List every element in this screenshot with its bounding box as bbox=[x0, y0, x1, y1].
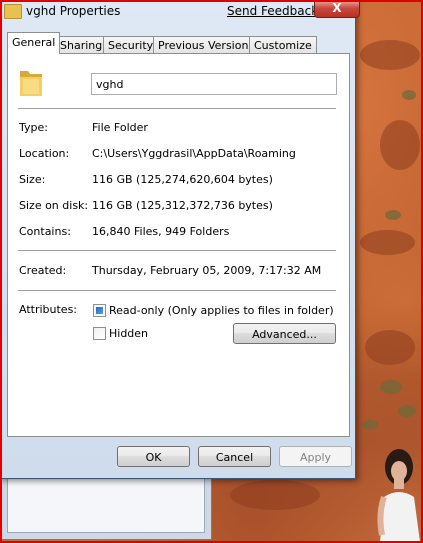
window-title: vghd Properties bbox=[26, 4, 121, 18]
properties-dialog: vghd Properties Send Feedback X General … bbox=[0, 0, 360, 479]
tab-general[interactable]: General bbox=[7, 32, 61, 54]
folder-icon bbox=[4, 4, 22, 19]
size-on-disk-label: Size on disk: bbox=[19, 199, 89, 212]
folder-icon bbox=[20, 71, 42, 96]
tab-label: Sharing bbox=[60, 39, 103, 52]
contains-label: Contains: bbox=[19, 225, 71, 238]
folder-name-input[interactable] bbox=[91, 73, 337, 95]
tab-label: Previous Versions bbox=[158, 39, 255, 52]
tab-label: Security bbox=[108, 39, 154, 52]
readonly-checkbox[interactable] bbox=[93, 304, 106, 317]
advanced-button[interactable]: Advanced... bbox=[233, 323, 336, 344]
apply-button[interactable]: Apply bbox=[279, 446, 352, 467]
tab-security[interactable]: Security bbox=[103, 36, 159, 53]
created-value: Thursday, February 05, 2009, 7:17:32 AM bbox=[92, 264, 322, 277]
size-value: 116 GB (125,274,620,604 bytes) bbox=[92, 173, 273, 186]
created-label: Created: bbox=[19, 264, 67, 277]
close-button[interactable]: X bbox=[314, 0, 360, 18]
type-value: File Folder bbox=[92, 121, 148, 134]
size-label: Size: bbox=[19, 173, 46, 186]
location-label: Location: bbox=[19, 147, 70, 160]
tab-previous-versions[interactable]: Previous Versions bbox=[153, 36, 260, 53]
hidden-checkbox[interactable] bbox=[93, 327, 106, 340]
size-on-disk-value: 116 GB (125,312,372,736 bytes) bbox=[92, 199, 273, 212]
close-icon: X bbox=[332, 1, 342, 15]
send-feedback-link[interactable]: Send Feedback bbox=[227, 4, 318, 18]
tab-sharing[interactable]: Sharing bbox=[55, 36, 108, 53]
background-window[interactable] bbox=[0, 470, 212, 540]
tab-label: General bbox=[12, 36, 56, 49]
type-label: Type: bbox=[19, 121, 48, 134]
hidden-label[interactable]: Hidden bbox=[109, 327, 148, 340]
contains-value: 16,840 Files, 949 Folders bbox=[92, 225, 230, 238]
separator bbox=[18, 290, 336, 291]
readonly-label[interactable]: Read-only (Only applies to files in fold… bbox=[109, 304, 334, 317]
attributes-label: Attributes: bbox=[19, 303, 78, 316]
tab-customize[interactable]: Customize bbox=[249, 36, 317, 53]
cancel-button[interactable]: Cancel bbox=[198, 446, 271, 467]
location-value: C:\Users\Yggdrasil\AppData\Roaming bbox=[92, 147, 296, 160]
ok-button[interactable]: OK bbox=[117, 446, 190, 467]
general-tab-panel bbox=[7, 53, 350, 437]
tab-label: Customize bbox=[254, 39, 312, 52]
desktop-person-image bbox=[377, 449, 420, 542]
title-bar[interactable]: vghd Properties Send Feedback X bbox=[0, 0, 360, 24]
separator bbox=[18, 108, 336, 109]
separator bbox=[18, 250, 336, 251]
